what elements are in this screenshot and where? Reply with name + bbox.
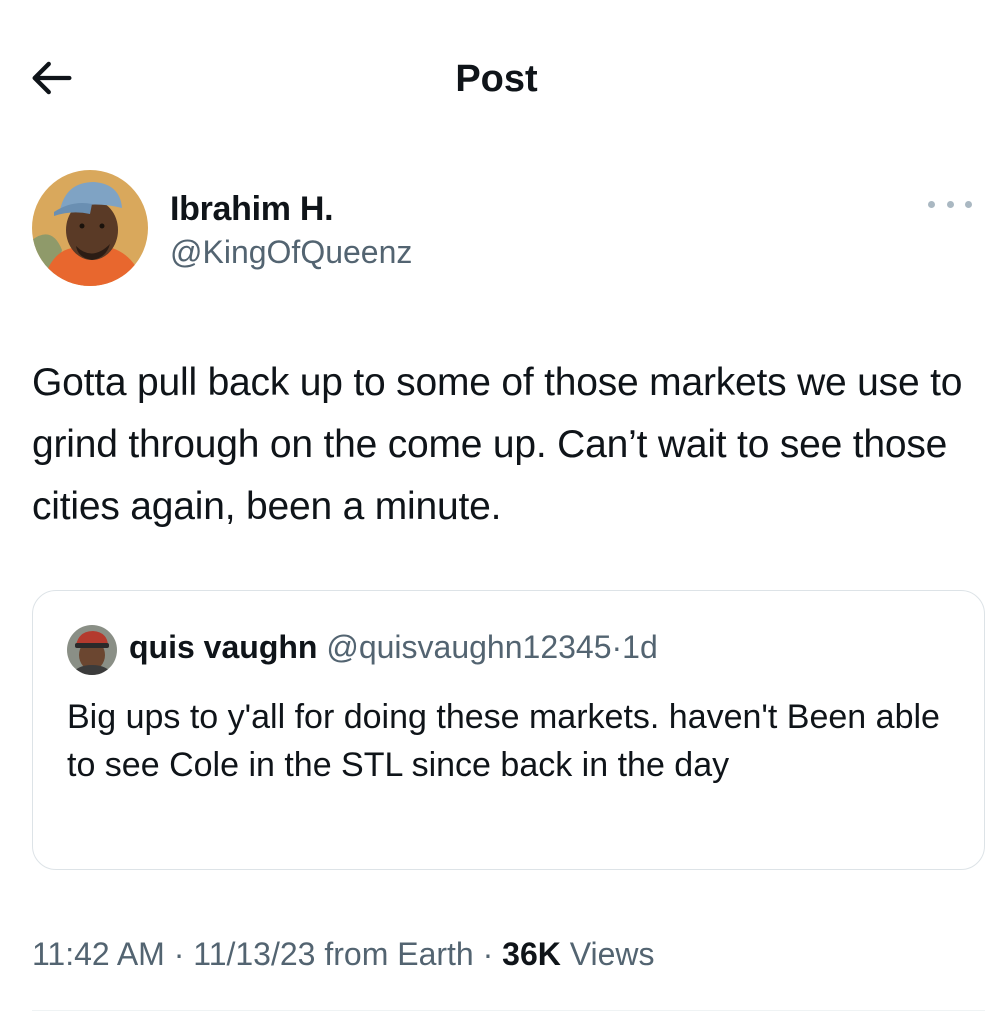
more-horizontal-icon: [928, 200, 935, 208]
quoted-avatar-image: [67, 625, 117, 675]
quoted-separator: ·: [611, 629, 623, 665]
post-metadata: 11:42 AM · 11/13/23 from Earth · 36K Vie…: [32, 936, 655, 973]
views-count: 36K: [502, 936, 561, 972]
quoted-post[interactable]: quis vaughn @quisvaughn12345·1d Big ups …: [32, 590, 985, 870]
meta-separator: ·: [482, 936, 494, 972]
top-bar: Post: [0, 0, 993, 165]
post-location: from Earth: [324, 936, 474, 972]
views-label: Views: [569, 936, 655, 972]
quoted-author-avatar[interactable]: [67, 625, 117, 675]
quoted-author-name[interactable]: quis vaughn: [129, 629, 317, 665]
author-handle[interactable]: @KingOfQueenz: [170, 234, 412, 271]
author-name[interactable]: Ibrahim H.: [170, 190, 334, 229]
meta-separator: ·: [173, 936, 185, 972]
more-options-button[interactable]: [928, 192, 972, 216]
quoted-author-handle[interactable]: @quisvaughn12345: [326, 629, 611, 665]
quoted-post-text: Big ups to y'all for doing these markets…: [67, 698, 940, 784]
quoted-post-age: 1d: [622, 629, 658, 665]
post-text: Gotta pull back up to some of those mark…: [32, 361, 963, 528]
avatar-image: [32, 170, 148, 286]
page-title: Post: [455, 58, 538, 100]
post-author: Ibrahim H. @KingOfQueenz: [32, 170, 972, 290]
quoted-meta: quis vaughn @quisvaughn12345·1d: [129, 629, 658, 666]
divider: [32, 1010, 985, 1011]
post-time[interactable]: 11:42 AM: [32, 936, 165, 972]
author-avatar[interactable]: [32, 170, 148, 286]
post-date[interactable]: 11/13/23: [193, 936, 315, 972]
